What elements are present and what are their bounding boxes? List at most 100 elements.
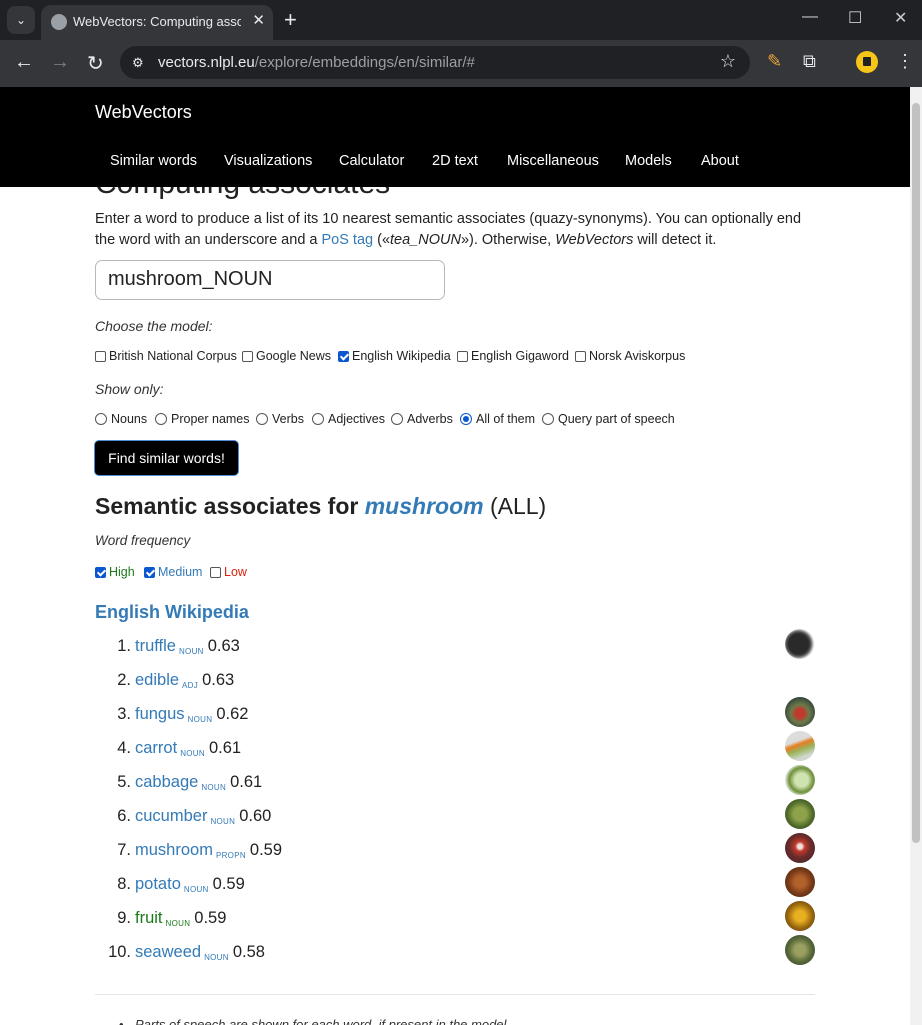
checkbox-icon (210, 566, 221, 578)
nav-similar-words[interactable]: Similar words (110, 153, 197, 169)
result-rank: 5. (117, 773, 131, 791)
result-word-link[interactable]: edible ADJ 0.63 (135, 671, 234, 690)
cucumber-thumbnail[interactable] (785, 799, 815, 829)
carrot-thumbnail[interactable] (785, 731, 815, 761)
extensions-icon[interactable]: ⧉ (803, 51, 816, 72)
fungus-thumbnail[interactable] (785, 697, 815, 727)
result-rank: 1. (117, 637, 131, 655)
result-similarity: 0.62 (216, 705, 249, 723)
result-item: 5. cabbage NOUN 0.61 (95, 765, 815, 803)
nav-visualizations[interactable]: Visualizations (224, 153, 312, 169)
result-item: 7. mushroom PROPN 0.59 (95, 833, 815, 871)
nav-miscellaneous[interactable]: Miscellaneous (507, 153, 599, 169)
checkbox-icon (95, 350, 106, 362)
frequency-high-checkbox[interactable]: High (95, 565, 135, 579)
cabbage-thumbnail[interactable] (785, 765, 815, 795)
result-rank: 9. (117, 909, 131, 927)
address-bar[interactable]: ⚙ vectors.nlpl.eu/explore/embeddings/en/… (120, 46, 750, 79)
browser-tab-strip: ⌄ WebVectors: Computing associates ✕ + —… (0, 0, 922, 40)
radio-adjectives[interactable]: Adjectives (312, 412, 385, 426)
result-rank: 3. (117, 705, 131, 723)
new-tab-button[interactable]: + (284, 7, 297, 33)
result-word: seaweed (135, 943, 202, 961)
result-word: fruit (135, 909, 163, 927)
potato-thumbnail[interactable] (785, 867, 815, 897)
result-word-link[interactable]: cucumber NOUN 0.60 (135, 807, 271, 826)
result-word-link[interactable]: mushroom PROPN 0.59 (135, 841, 282, 860)
show-only-label: Show only: (95, 381, 164, 397)
model-checkbox-bnc[interactable]: British National Corpus (95, 349, 237, 363)
profile-avatar-icon[interactable] (856, 51, 878, 73)
back-icon[interactable]: ← (14, 51, 34, 74)
pen-extension-icon[interactable]: ✎ (767, 51, 782, 72)
result-word-link[interactable]: fruit NOUN 0.59 (135, 909, 226, 928)
result-pos-tag: NOUN (187, 715, 213, 724)
truffle-thumbnail[interactable] (785, 629, 815, 659)
word-query-input[interactable]: mushroom_NOUN (95, 260, 445, 300)
mushroom-thumbnail[interactable] (785, 833, 815, 863)
result-pos-tag: NOUN (201, 783, 227, 792)
window-close-icon[interactable]: ✕ (894, 8, 907, 28)
result-pos-tag: ADJ (182, 681, 199, 690)
tab-title: WebVectors: Computing associates (73, 14, 241, 29)
nav-models[interactable]: Models (625, 153, 672, 169)
radio-adverbs[interactable]: Adverbs (391, 412, 453, 426)
result-word-link[interactable]: cabbage NOUN 0.61 (135, 773, 262, 792)
page-scrollbar[interactable] (910, 87, 922, 1025)
nav-about[interactable]: About (701, 153, 739, 169)
radio-selected-icon (460, 413, 472, 425)
model-checkbox-english-wikipedia[interactable]: English Wikipedia (338, 349, 451, 363)
site-brand[interactable]: WebVectors (95, 102, 192, 123)
checkbox-icon (242, 350, 253, 362)
fruit-thumbnail[interactable] (785, 901, 815, 931)
reload-icon[interactable]: ↻ (87, 51, 104, 76)
model-checkbox-google-news[interactable]: Google News (242, 349, 331, 363)
menu-dots-icon[interactable]: ⋮ (896, 51, 914, 72)
scroll-thumb[interactable] (912, 103, 920, 843)
result-word: potato (135, 875, 181, 893)
result-similarity: 0.61 (230, 773, 263, 791)
seaweed-thumbnail[interactable] (785, 935, 815, 965)
pos-tag-link[interactable]: PoS tag (322, 232, 374, 248)
site-info-icon[interactable]: ⚙ (132, 55, 148, 70)
frequency-low-checkbox[interactable]: Low (210, 565, 247, 579)
result-similarity: 0.60 (239, 807, 272, 825)
page-content: WebVectors Similar words Visualizations … (0, 87, 910, 1025)
radio-icon (312, 413, 324, 425)
browser-tab[interactable]: WebVectors: Computing associates ✕ (41, 5, 273, 40)
radio-verbs[interactable]: Verbs (256, 412, 304, 426)
result-word-link[interactable]: carrot NOUN 0.61 (135, 739, 241, 758)
result-item: 1. truffle NOUN 0.63 (95, 629, 815, 667)
radio-query-part-of-speech[interactable]: Query part of speech (542, 412, 675, 426)
result-pos-tag: NOUN (210, 817, 236, 826)
minimize-icon[interactable]: — (802, 8, 818, 26)
result-item: 4. carrot NOUN 0.61 (95, 731, 815, 769)
result-similarity: 0.59 (212, 875, 245, 893)
model-checkbox-english-gigaword[interactable]: English Gigaword (457, 349, 569, 363)
result-word-link[interactable]: potato NOUN 0.59 (135, 875, 245, 894)
checkbox-icon (457, 350, 468, 362)
result-word: edible (135, 671, 180, 689)
forward-icon[interactable]: → (50, 51, 70, 74)
close-tab-icon[interactable]: ✕ (252, 11, 265, 29)
result-rank: 10. (108, 943, 131, 961)
find-similar-words-button[interactable]: Find similar words! (95, 441, 238, 475)
bookmark-star-icon[interactable]: ☆ (720, 51, 736, 72)
model-checkbox-norsk-aviskorpus[interactable]: Norsk Aviskorpus (575, 349, 685, 363)
tab-search-button[interactable]: ⌄ (7, 6, 35, 34)
choose-model-label: Choose the model: (95, 318, 213, 334)
word-frequency-label: Word frequency (95, 533, 191, 548)
checkbox-checked-icon (95, 566, 106, 578)
radio-nouns[interactable]: Nouns (95, 412, 147, 426)
radio-all-of-them[interactable]: All of them (460, 412, 535, 426)
nav-calculator[interactable]: Calculator (339, 153, 404, 169)
maximize-icon[interactable]: ☐ (848, 8, 862, 28)
frequency-medium-checkbox[interactable]: Medium (144, 565, 202, 579)
radio-icon (542, 413, 554, 425)
radio-proper-names[interactable]: Proper names (155, 412, 250, 426)
result-word-link[interactable]: fungus NOUN 0.62 (135, 705, 248, 724)
nav-2d-text[interactable]: 2D text (432, 153, 478, 169)
result-word-link[interactable]: seaweed NOUN 0.58 (135, 943, 265, 962)
checkbox-checked-icon (338, 350, 349, 362)
result-word-link[interactable]: truffle NOUN 0.63 (135, 637, 240, 656)
